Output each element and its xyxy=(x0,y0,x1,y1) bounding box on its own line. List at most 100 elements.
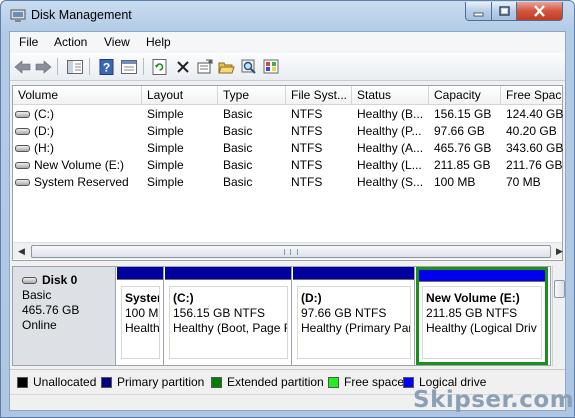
menu-view[interactable]: View xyxy=(104,35,130,49)
legend-swatch xyxy=(211,376,222,388)
disk-name: Disk 0 xyxy=(42,273,78,287)
table-row[interactable]: (C:) Simple Basic NTFS Healthy (B... 156… xyxy=(13,106,563,123)
table-row[interactable]: (D:) Simple Basic NTFS Healthy (P... 97.… xyxy=(13,123,562,140)
partition-c[interactable]: (C:) 156.15 GB NTFS Healthy (Boot, Page … xyxy=(165,267,292,365)
column-volume[interactable]: Volume xyxy=(13,86,142,105)
properties-icon xyxy=(197,59,212,74)
minimize-button[interactable] xyxy=(465,2,492,21)
open-folder-icon xyxy=(218,62,235,73)
partition-e-selected[interactable]: New Volume (E:) 211.85 GB NTFS Healthy (… xyxy=(416,267,548,365)
explore-button[interactable] xyxy=(239,57,258,76)
back-arrow-icon xyxy=(14,59,31,74)
cell-capacity: 100 MB xyxy=(434,175,476,189)
column-capacity[interactable]: Capacity xyxy=(429,86,501,105)
cell-capacity: 156.15 GB xyxy=(434,107,492,121)
legend-label: Extended partition xyxy=(227,375,324,389)
disk-type: Basic xyxy=(22,288,52,302)
partition-status: Healthy (Logical Driv xyxy=(426,321,537,335)
cell-file-system: NTFS xyxy=(291,107,323,121)
menu-file[interactable]: File xyxy=(19,35,38,49)
cell-volume: (D:) xyxy=(34,124,54,138)
column-layout[interactable]: Layout xyxy=(142,86,218,105)
cell-volume: (H:) xyxy=(34,141,54,155)
open-button[interactable] xyxy=(217,57,236,76)
table-row[interactable]: (H:) Simple Basic NTFS Healthy (A... 465… xyxy=(13,140,563,157)
scrollbar-grip xyxy=(284,249,298,255)
menu-help[interactable]: Help xyxy=(146,35,171,49)
cell-status: Healthy (B... xyxy=(357,107,424,121)
legend-swatch xyxy=(403,376,414,388)
refresh-button[interactable] xyxy=(150,57,169,76)
disk-size: 465.76 GB xyxy=(22,303,80,317)
menu-action[interactable]: Action xyxy=(54,35,87,49)
cell-free-space: 70 MB xyxy=(506,175,541,189)
scroll-left-arrow-icon[interactable]: ◀ xyxy=(13,243,30,260)
legend-primary-partition: Primary partition xyxy=(101,375,204,389)
configure-icon xyxy=(263,59,278,74)
disk-0-info[interactable]: Disk 0 Basic 465.76 GB Online xyxy=(13,267,116,365)
close-button[interactable] xyxy=(516,2,563,21)
console-tree-icon xyxy=(66,59,83,74)
properties-view-button[interactable] xyxy=(119,57,138,76)
partition-details: (C:) 156.15 GB NTFS Healthy (Boot, Page … xyxy=(169,286,288,359)
help-button[interactable]: ? xyxy=(97,57,116,76)
disk-status: Online xyxy=(22,318,57,332)
vertical-scrollbar[interactable] xyxy=(552,266,565,366)
properties-button[interactable] xyxy=(195,57,214,76)
scrollbar-thumb[interactable] xyxy=(31,245,551,258)
scrollbar-thumb[interactable] xyxy=(554,280,565,298)
toolbar-separator xyxy=(89,58,90,75)
delete-button[interactable] xyxy=(173,57,192,76)
column-type[interactable]: Type xyxy=(218,86,286,105)
magnifier-icon xyxy=(241,59,256,74)
table-row[interactable]: System Reserved Simple Basic NTFS Health… xyxy=(13,174,562,191)
configure-button[interactable] xyxy=(261,57,280,76)
cell-volume: New Volume (E:) xyxy=(34,158,125,172)
scroll-right-arrow-icon[interactable]: ▶ xyxy=(551,243,568,260)
partition-details: Syster 100 M Health xyxy=(121,286,160,359)
partition-status: Healthy (Boot, Page F xyxy=(173,321,288,335)
disk-icon xyxy=(22,277,37,284)
title-bar[interactable]: Disk Management xyxy=(1,1,574,31)
disk-management-window: Disk Management File Action View Help ? … xyxy=(0,0,575,418)
forward-button[interactable] xyxy=(34,57,53,76)
cell-type: Basic xyxy=(223,107,253,121)
legend-label: Primary partition xyxy=(117,375,205,389)
horizontal-scrollbar[interactable]: ◀ ▶ xyxy=(13,242,563,260)
partition-size: 156.15 GB NTFS xyxy=(173,306,266,320)
legend-label: Unallocated xyxy=(33,375,97,389)
toolbar-separator xyxy=(57,58,58,75)
column-file-system[interactable]: File Syst... xyxy=(286,86,352,105)
cell-type: Basic xyxy=(223,158,253,172)
close-icon xyxy=(534,5,545,17)
cell-type: Basic xyxy=(223,141,253,155)
cell-file-system: NTFS xyxy=(291,124,323,138)
cell-status: Healthy (L... xyxy=(357,158,422,172)
toolbar: ? xyxy=(10,53,565,81)
show-hide-console-tree-button[interactable] xyxy=(65,57,84,76)
partition-size: 100 M xyxy=(125,306,159,320)
back-button[interactable] xyxy=(13,57,32,76)
maximize-icon xyxy=(498,5,510,16)
column-free-space[interactable]: Free Space xyxy=(501,86,562,105)
cell-type: Basic xyxy=(223,124,253,138)
refresh-icon xyxy=(152,58,167,75)
maximize-button[interactable] xyxy=(491,2,517,21)
cell-type: Basic xyxy=(223,175,253,189)
window-title: Disk Management xyxy=(31,8,132,22)
legend-label: Free space xyxy=(344,375,405,389)
volume-icon xyxy=(15,162,30,169)
partition-system-reserved[interactable]: Syster 100 M Health xyxy=(117,267,164,365)
table-row[interactable]: New Volume (E:) Simple Basic NTFS Health… xyxy=(13,157,562,174)
watermark: Skipser.com xyxy=(413,387,575,413)
partition-size: 211.85 GB NTFS xyxy=(426,306,518,320)
volume-icon xyxy=(15,145,30,152)
legend-unallocated: Unallocated xyxy=(17,375,96,389)
legend-swatch xyxy=(17,376,28,388)
column-status[interactable]: Status xyxy=(352,86,429,105)
partition-d[interactable]: (D:) 97.66 GB NTFS Healthy (Primary Par xyxy=(293,267,415,365)
help-book-icon: ? xyxy=(99,58,114,75)
disk-label: Disk 0 xyxy=(22,273,115,288)
volume-icon xyxy=(15,128,30,135)
cell-capacity: 465.76 GB xyxy=(434,141,492,155)
